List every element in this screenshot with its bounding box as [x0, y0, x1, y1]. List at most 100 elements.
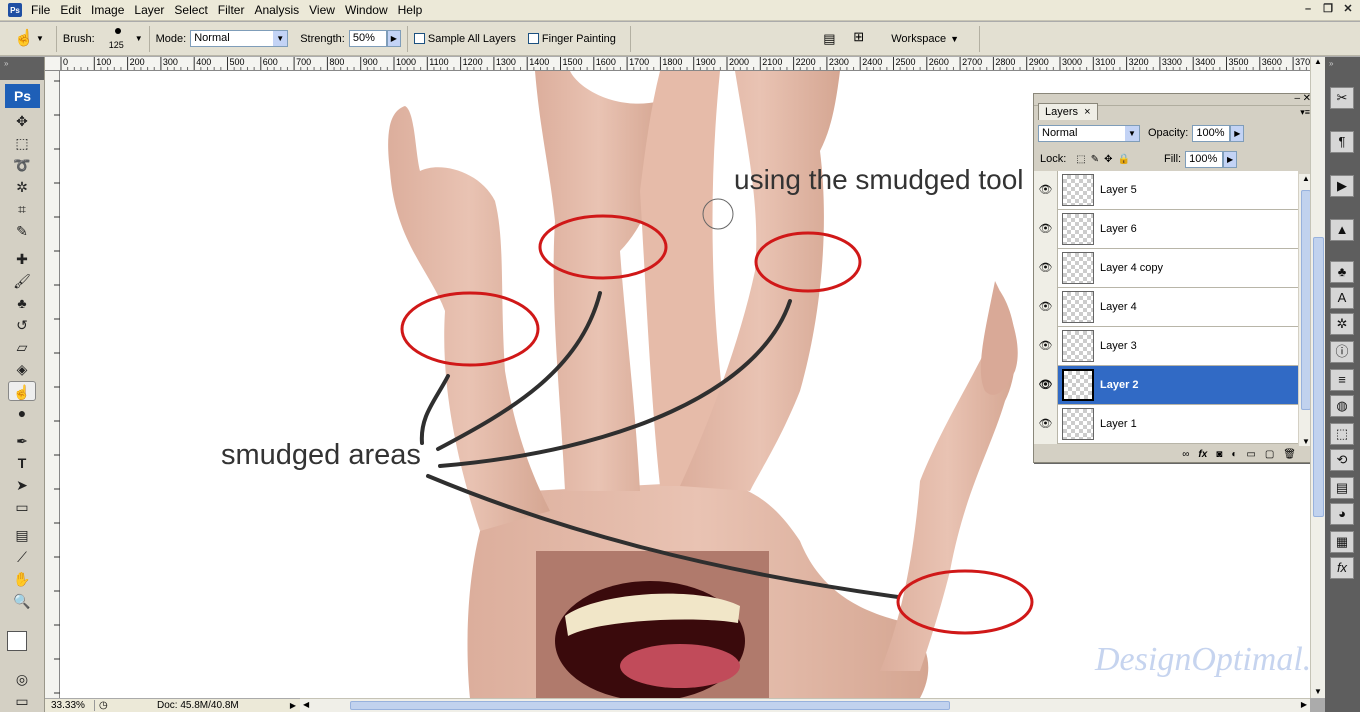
layer-row[interactable]: 👁 Layer 1: [1034, 404, 1298, 444]
scroll-left-icon[interactable]: ◀: [303, 700, 309, 709]
menu-analysis[interactable]: Analysis: [249, 3, 304, 17]
eye-icon[interactable]: 👁: [1034, 287, 1058, 327]
menu-file[interactable]: File: [26, 3, 55, 17]
shape-tool-icon[interactable]: ▭: [8, 497, 36, 517]
healing-brush-icon[interactable]: ✚: [8, 249, 36, 269]
move-tool-icon[interactable]: ✥: [8, 111, 36, 131]
chevron-down-icon[interactable]: ▼: [950, 34, 959, 44]
panel-menu-icon[interactable]: ▾≡: [1300, 107, 1310, 118]
history-icon[interactable]: ⟲: [1330, 449, 1354, 471]
layer-row[interactable]: 👁 Layer 6: [1034, 209, 1298, 249]
horizontal-ruler[interactable]: 0 100 200 300 400 500 600 700 800 900 1000 1100 1200…: [45, 57, 1310, 71]
status-info-icon[interactable]: ◷: [99, 700, 115, 711]
menu-edit[interactable]: Edit: [55, 3, 86, 17]
styles-icon[interactable]: fx: [1330, 557, 1354, 579]
vertical-scrollbar[interactable]: ▲ ▼: [1310, 57, 1325, 698]
lock-position-icon[interactable]: ✥: [1104, 154, 1112, 165]
minimize-icon[interactable]: –: [1300, 2, 1316, 17]
scroll-right-icon[interactable]: ▶: [1301, 700, 1307, 709]
fill-slider-button[interactable]: ▶: [1223, 150, 1238, 168]
link-layers-icon[interactable]: ∞: [1182, 449, 1189, 460]
layer-row[interactable]: 👁 Layer 5: [1034, 170, 1298, 210]
brush-picker[interactable]: 125: [105, 25, 135, 53]
path-selection-icon[interactable]: ➤: [8, 475, 36, 495]
eraser-tool-icon[interactable]: ▱: [8, 337, 36, 357]
fill-input[interactable]: 100%: [1185, 150, 1224, 168]
close-icon[interactable]: ×: [1084, 106, 1090, 118]
status-menu-icon[interactable]: ▶: [290, 701, 296, 710]
pen-tool-icon[interactable]: ✒: [8, 431, 36, 451]
eye-icon[interactable]: 👁: [1034, 365, 1058, 405]
palette-well-icon[interactable]: ▤: [823, 31, 839, 47]
vertical-ruler[interactable]: [45, 71, 60, 698]
menu-window[interactable]: Window: [340, 3, 393, 17]
lasso-tool-icon[interactable]: ➰: [8, 155, 36, 175]
strength-input[interactable]: 50%: [348, 30, 387, 47]
layer-row-selected[interactable]: 👁 Layer 2: [1034, 365, 1298, 405]
tools-presets-icon[interactable]: ✂: [1330, 87, 1354, 109]
eye-icon[interactable]: 👁: [1034, 326, 1058, 366]
channels-icon[interactable]: ▦: [1330, 531, 1354, 553]
lock-image-icon[interactable]: ✎: [1091, 154, 1099, 165]
dock-grip[interactable]: »: [1325, 57, 1360, 71]
screen-mode-icon[interactable]: ▭: [8, 691, 36, 711]
eye-icon[interactable]: 👁: [1034, 209, 1058, 249]
history-brush-icon[interactable]: ↺: [8, 315, 36, 335]
smudge-tool-icon[interactable]: ☝: [8, 381, 36, 401]
strength-slider-button[interactable]: ▶: [386, 30, 401, 47]
paragraph-icon[interactable]: ¶: [1330, 131, 1354, 153]
layer-row[interactable]: 👁 Layer 4 copy: [1034, 248, 1298, 288]
layer-row[interactable]: 👁 Layer 3: [1034, 326, 1298, 366]
paint-bucket-icon[interactable]: ◈: [8, 359, 36, 379]
crop-tool-icon[interactable]: ⌗: [8, 199, 36, 219]
lock-transparent-icon[interactable]: ⬚: [1076, 154, 1085, 165]
brushes-icon[interactable]: ≡: [1330, 369, 1354, 391]
eye-icon[interactable]: 👁: [1034, 248, 1058, 288]
zoom-level[interactable]: 33.33%: [45, 700, 95, 711]
menu-select[interactable]: Select: [169, 3, 212, 17]
transform-icon[interactable]: ⬚: [1330, 423, 1354, 445]
workspace-menu[interactable]: Workspace: [891, 33, 946, 45]
type-tool-icon[interactable]: T: [8, 453, 36, 473]
histogram-icon[interactable]: ▲: [1330, 219, 1354, 241]
info-icon[interactable]: ⓘ: [1330, 341, 1354, 363]
layer-name[interactable]: Layer 3: [1100, 340, 1137, 352]
layer-name[interactable]: Layer 2: [1100, 379, 1139, 391]
mode-select[interactable]: Normal ▼: [190, 30, 289, 47]
scroll-up-icon[interactable]: ▲: [1311, 57, 1325, 66]
brush-tool-icon[interactable]: 🖌: [8, 271, 36, 291]
layers-comps-icon[interactable]: ▤: [1330, 477, 1354, 499]
photoshop-app-icon[interactable]: Ps: [8, 3, 22, 17]
layer-mask-icon[interactable]: ◙: [1216, 449, 1222, 460]
actions-icon[interactable]: ▶: [1330, 175, 1354, 197]
hand-tool-icon[interactable]: ✋: [8, 569, 36, 589]
layer-name[interactable]: Layer 4 copy: [1100, 262, 1163, 274]
minimize-icon[interactable]: –: [1294, 93, 1300, 104]
chevron-down-icon[interactable]: ▼: [36, 34, 44, 43]
slice-tool-icon[interactable]: ✎: [8, 221, 36, 241]
tab-layers[interactable]: Layers ×: [1038, 103, 1098, 120]
magic-wand-icon[interactable]: ✲: [8, 177, 36, 197]
toolbox-grip[interactable]: »: [0, 57, 44, 80]
layer-name[interactable]: Layer 4: [1100, 301, 1137, 313]
eye-icon[interactable]: 👁: [1034, 170, 1058, 210]
layer-style-icon[interactable]: fx: [1198, 449, 1207, 460]
new-layer-icon[interactable]: ▢: [1265, 449, 1274, 460]
layer-row[interactable]: 👁 Layer 4: [1034, 287, 1298, 327]
layer-name[interactable]: Layer 5: [1100, 184, 1137, 196]
notes-tool-icon[interactable]: ▤: [8, 525, 36, 545]
restore-icon[interactable]: ❐: [1320, 2, 1336, 17]
bridge-icon[interactable]: ⊞: [853, 29, 877, 49]
close-icon[interactable]: ✕: [1340, 2, 1356, 17]
marquee-tool-icon[interactable]: ⬚: [8, 133, 36, 153]
zoom-tool-icon[interactable]: 🔍: [8, 591, 36, 611]
blend-mode-select[interactable]: Normal ▼: [1038, 124, 1140, 142]
menu-view[interactable]: View: [304, 3, 340, 17]
smudge-tool-preset-icon[interactable]: ☝: [12, 27, 36, 51]
scroll-thumb[interactable]: [1313, 237, 1324, 517]
clone-source-icon[interactable]: ♣: [1330, 261, 1354, 283]
layer-name[interactable]: Layer 1: [1100, 418, 1137, 430]
layer-name[interactable]: Layer 6: [1100, 223, 1137, 235]
dodge-tool-icon[interactable]: ●: [8, 403, 36, 423]
eye-icon[interactable]: 👁: [1034, 404, 1058, 444]
